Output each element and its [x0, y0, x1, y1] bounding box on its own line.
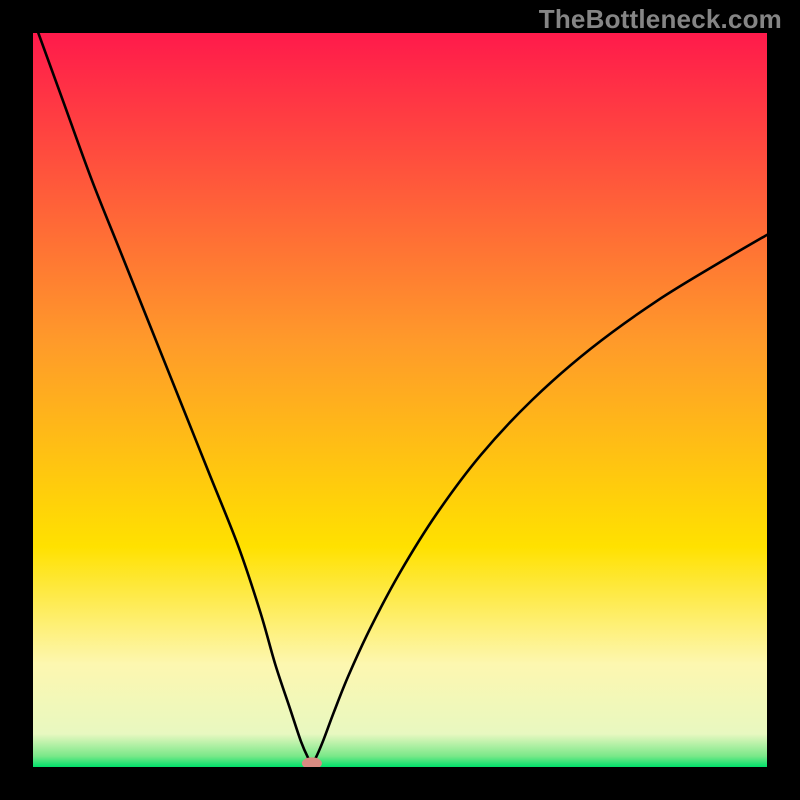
bottleneck-chart — [0, 0, 800, 800]
watermark-text: TheBottleneck.com — [539, 4, 782, 35]
gradient-background — [33, 33, 767, 767]
chart-frame: TheBottleneck.com — [0, 0, 800, 800]
curve-minimum-marker — [302, 757, 322, 769]
